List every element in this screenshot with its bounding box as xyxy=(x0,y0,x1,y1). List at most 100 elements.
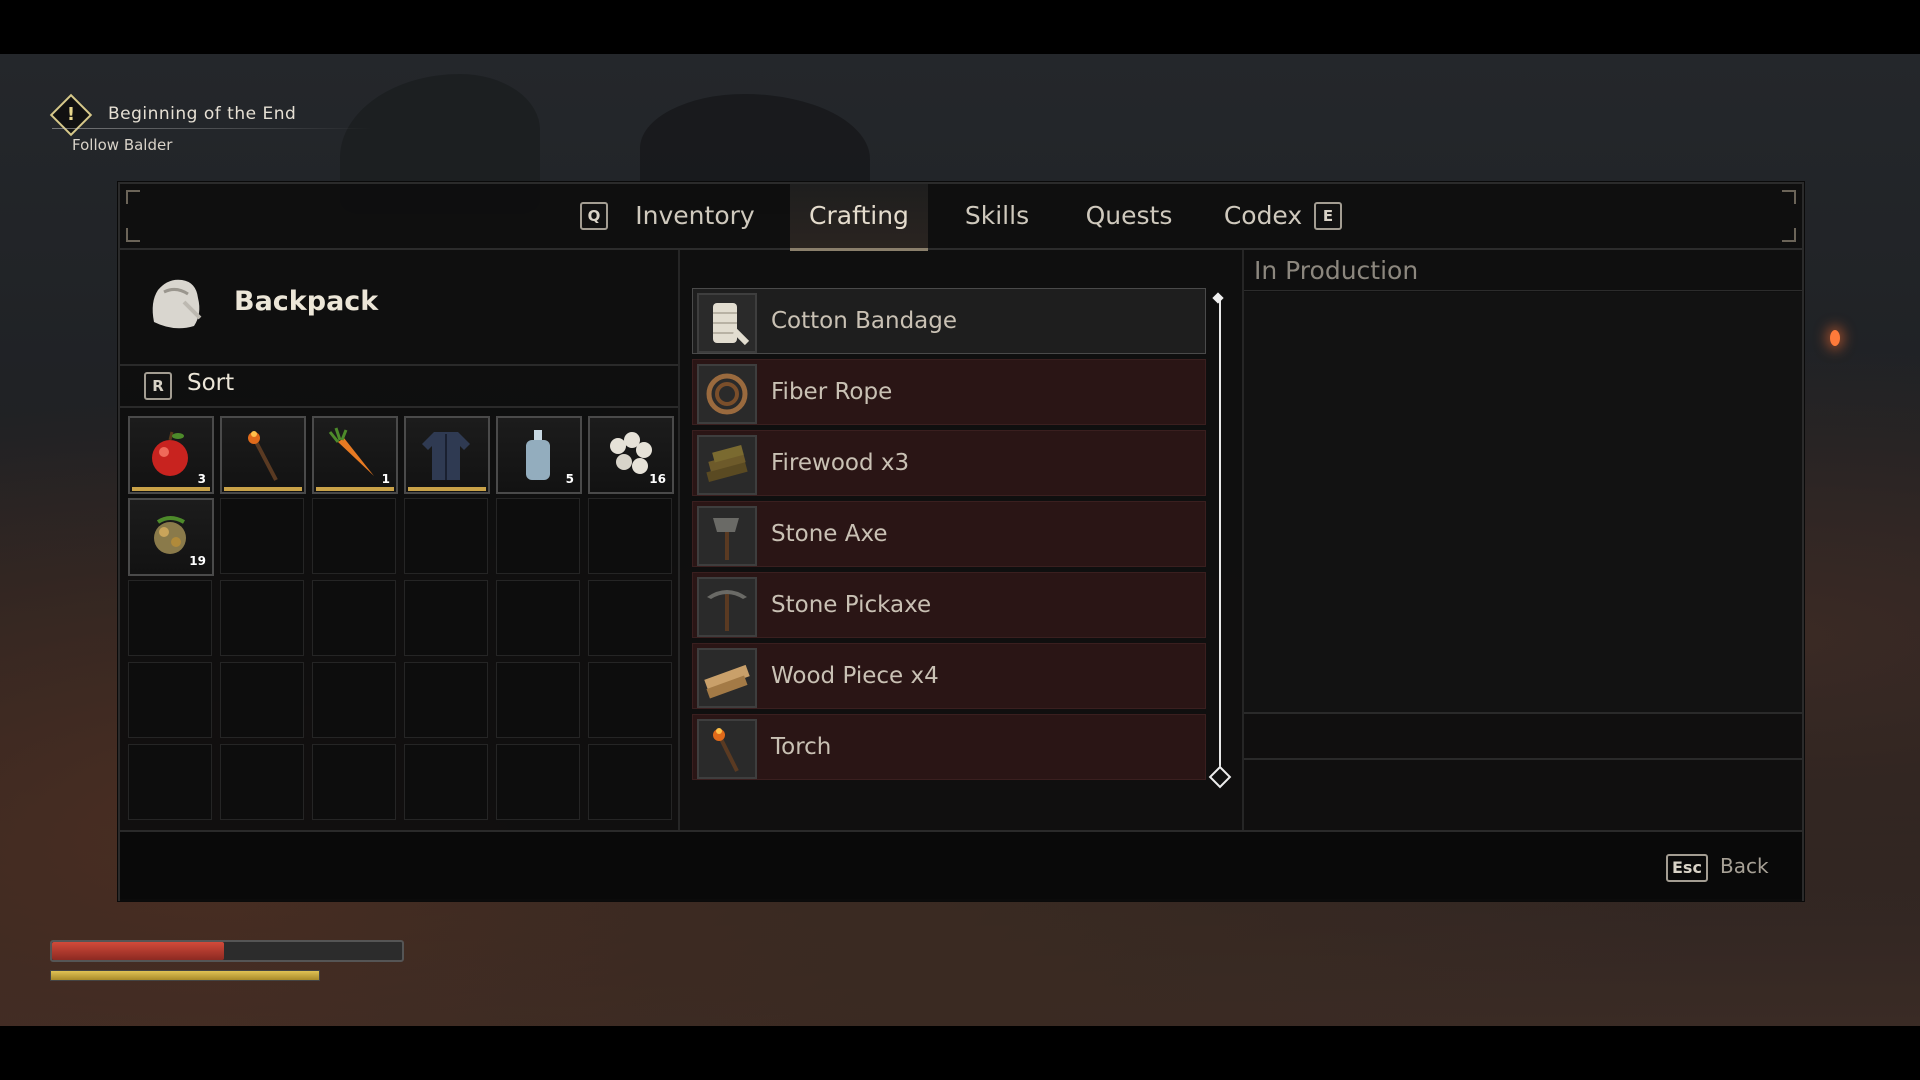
tab-skills[interactable]: Skills xyxy=(942,184,1052,248)
inventory-slot-empty[interactable] xyxy=(588,498,672,574)
recipe-label: Firewood x3 xyxy=(771,450,910,476)
recipe-label: Stone Pickaxe xyxy=(771,592,932,618)
inventory-slot-empty[interactable] xyxy=(312,744,396,820)
quest-title: Beginning of the End xyxy=(108,104,297,124)
torch-icon xyxy=(248,431,278,481)
inventory-slot[interactable] xyxy=(404,416,490,494)
inventory-slot-empty[interactable] xyxy=(496,662,580,738)
inventory-slot-empty[interactable] xyxy=(588,580,672,656)
next-tab-key-hint[interactable]: E xyxy=(1314,202,1342,230)
stamina-bar xyxy=(50,970,320,981)
recipe-item[interactable]: Wood Piece x4 xyxy=(692,643,1206,709)
recipe-label: Fiber Rope xyxy=(771,379,893,405)
back-key-hint[interactable]: Esc xyxy=(1666,854,1708,882)
production-panel: In Production xyxy=(1242,250,1802,830)
inventory-slot[interactable] xyxy=(220,416,306,494)
inventory-slot-empty[interactable] xyxy=(496,744,580,820)
recipe-item[interactable]: Cotton Bandage xyxy=(692,288,1206,354)
recipe-label: Stone Axe xyxy=(771,521,888,547)
health-bar xyxy=(50,940,404,962)
menu-window: Q Inventory Crafting Skills Quests Codex… xyxy=(118,182,1804,901)
inventory-slot-empty[interactable] xyxy=(588,662,672,738)
durability-bar xyxy=(132,487,210,491)
recipe-item[interactable]: Firewood x3 xyxy=(692,430,1206,496)
divider xyxy=(1244,758,1802,760)
inventory-slot-empty[interactable] xyxy=(312,580,396,656)
item-quantity: 5 xyxy=(565,472,574,486)
inventory-slot[interactable]: 1 xyxy=(312,416,398,494)
scrollbar-thumb[interactable] xyxy=(1208,765,1232,789)
recipe-label: Torch xyxy=(771,734,832,760)
back-button[interactable]: Back xyxy=(1720,854,1769,878)
prev-tab-key-hint[interactable]: Q xyxy=(580,202,608,230)
durability-bar xyxy=(224,487,302,491)
inventory-slot-empty[interactable] xyxy=(128,744,212,820)
recipe-item[interactable]: Fiber Rope xyxy=(692,359,1206,425)
firewood-icon xyxy=(697,435,757,495)
production-title: In Production xyxy=(1254,256,1419,285)
scrollbar-track[interactable] xyxy=(1219,298,1221,776)
inventory-slot-empty[interactable] xyxy=(312,662,396,738)
item-quantity: 3 xyxy=(197,472,206,486)
recipe-item[interactable]: Torch xyxy=(692,714,1206,780)
pickaxe-icon xyxy=(697,577,757,637)
inventory-slot-empty[interactable] xyxy=(128,580,212,656)
torch-icon xyxy=(697,719,757,779)
inventory-slot[interactable]: 3 xyxy=(128,416,214,494)
item-quantity: 19 xyxy=(189,554,206,568)
tunic-icon xyxy=(422,432,470,480)
bottle-icon xyxy=(526,430,550,480)
inventory-slot-empty[interactable] xyxy=(220,744,304,820)
recipe-item[interactable]: Stone Axe xyxy=(692,501,1206,567)
tab-inventory[interactable]: Inventory xyxy=(620,184,770,248)
scrollbar-top-marker xyxy=(1212,292,1224,304)
tab-quests[interactable]: Quests xyxy=(1064,184,1194,248)
quest-objective: Follow Balder xyxy=(72,136,173,154)
distant-fire xyxy=(1830,330,1840,346)
inventory-slot[interactable]: 16 xyxy=(588,416,674,494)
inventory-slot-empty[interactable] xyxy=(128,662,212,738)
inventory-slot-empty[interactable] xyxy=(404,498,488,574)
carrot-icon xyxy=(328,427,374,476)
durability-bar xyxy=(316,487,394,491)
apple-icon xyxy=(152,431,188,476)
backpack-title: Backpack xyxy=(234,286,379,317)
inventory-slot-empty[interactable] xyxy=(588,744,672,820)
inventory-slot-empty[interactable] xyxy=(220,662,304,738)
backpack-panel: Backpack R Sort 3 1 5 16 19 xyxy=(120,250,680,830)
inventory-slot-empty[interactable] xyxy=(220,498,304,574)
inventory-slot-empty[interactable] xyxy=(404,580,488,656)
backpack-header: Backpack xyxy=(120,250,678,366)
item-quantity: 16 xyxy=(649,472,666,486)
item-quantity: 1 xyxy=(381,472,390,486)
sort-row[interactable]: R Sort xyxy=(120,366,678,408)
stamina-bar-fill xyxy=(51,971,319,980)
production-queue xyxy=(1244,292,1802,714)
quest-divider xyxy=(52,128,372,129)
backpack-icon xyxy=(152,279,202,329)
bandage-icon xyxy=(697,293,757,353)
menu-footer: Esc Back xyxy=(120,830,1802,901)
inventory-slot-empty[interactable] xyxy=(496,498,580,574)
rope-icon xyxy=(697,364,757,424)
inventory-slot-empty[interactable] xyxy=(220,580,304,656)
inventory-slot-empty[interactable] xyxy=(312,498,396,574)
recipe-label: Wood Piece x4 xyxy=(771,663,939,689)
durability-bar xyxy=(408,487,486,491)
wood-piece-icon xyxy=(697,648,757,708)
axe-icon xyxy=(697,506,757,566)
tab-crafting[interactable]: Crafting xyxy=(790,184,928,251)
divider xyxy=(1244,290,1802,291)
inventory-slot[interactable]: 19 xyxy=(128,498,214,576)
sort-key-hint[interactable]: R xyxy=(144,372,172,400)
inventory-slot-empty[interactable] xyxy=(496,580,580,656)
inventory-slot-empty[interactable] xyxy=(404,662,488,738)
health-bar-fill xyxy=(52,942,224,960)
inventory-slot-empty[interactable] xyxy=(404,744,488,820)
sort-label[interactable]: Sort xyxy=(187,370,234,396)
recipe-label: Cotton Bandage xyxy=(771,308,958,334)
tab-codex[interactable]: Codex xyxy=(1208,184,1318,248)
recipe-item[interactable]: Stone Pickaxe xyxy=(692,572,1206,638)
tab-bar: Q Inventory Crafting Skills Quests Codex… xyxy=(120,184,1802,251)
inventory-slot[interactable]: 5 xyxy=(496,416,582,494)
